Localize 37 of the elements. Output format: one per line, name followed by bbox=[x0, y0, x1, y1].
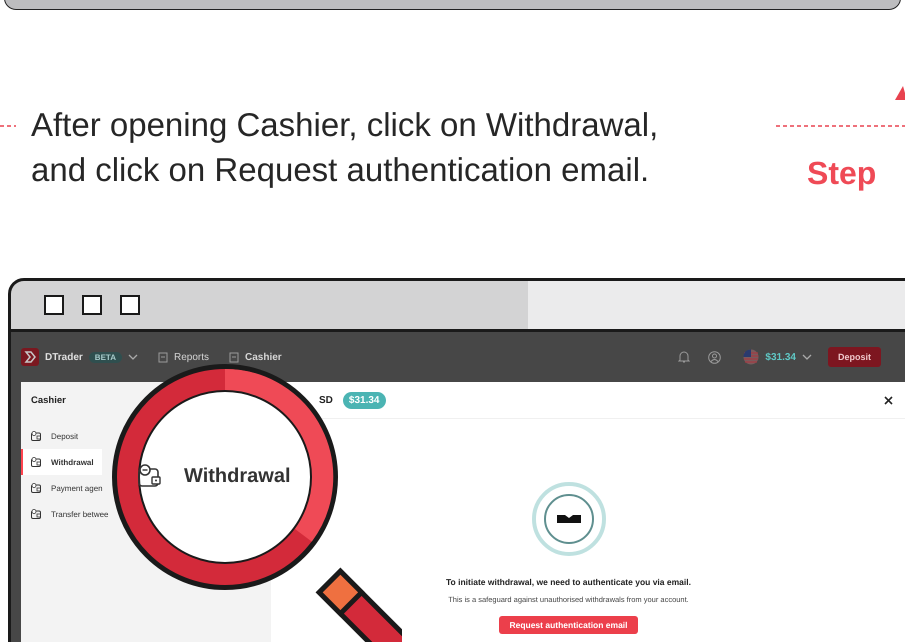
authentication-heading: To initiate withdrawal, we need to authenticate you via email. bbox=[446, 577, 691, 587]
window-square-icon bbox=[82, 295, 102, 315]
wallet-icon bbox=[31, 483, 42, 493]
sidebar-item[interactable]: Withdrawal bbox=[21, 449, 102, 475]
account-balance[interactable]: $31.34 bbox=[765, 352, 796, 362]
wallet-icon bbox=[31, 431, 42, 441]
email-verification-icon bbox=[530, 481, 606, 557]
logo-icon bbox=[21, 348, 39, 366]
bell-icon[interactable] bbox=[678, 350, 690, 364]
sidebar-item[interactable]: Payment agen bbox=[21, 475, 103, 501]
chevron-down-icon[interactable] bbox=[802, 354, 812, 360]
close-icon[interactable] bbox=[884, 396, 893, 404]
modal-title: Cashier bbox=[30, 394, 67, 408]
arrowhead-icon bbox=[895, 86, 905, 100]
user-icon[interactable] bbox=[708, 350, 722, 364]
deposit-button[interactable]: Deposit bbox=[828, 347, 881, 367]
flag-icon bbox=[743, 349, 760, 365]
wallet-icon bbox=[31, 509, 42, 519]
dashed-connector bbox=[0, 124, 16, 128]
sidebar-item[interactable]: Deposit bbox=[21, 423, 78, 449]
step-label: Step bbox=[807, 155, 876, 192]
brand-name: DTrader bbox=[45, 352, 83, 362]
sidebar-item[interactable]: Transfer betwee bbox=[21, 501, 109, 527]
balance-badge: $31.34 bbox=[342, 392, 386, 408]
document-icon bbox=[158, 352, 168, 362]
window-square-icon bbox=[120, 295, 140, 315]
wallet-icon bbox=[138, 464, 162, 488]
beta-badge: BETA bbox=[88, 352, 122, 362]
chevron-down-icon[interactable] bbox=[128, 354, 138, 360]
nav-link[interactable]: Cashier bbox=[245, 352, 282, 362]
window-square-icon bbox=[44, 295, 64, 315]
currency-label: SD bbox=[319, 394, 333, 406]
request-email-button[interactable]: Request authentication email bbox=[499, 616, 638, 634]
instruction-text: After opening Cashier, click on Withdrawal, and click on Request authentication email. bbox=[31, 105, 660, 190]
nav-link[interactable]: Reports bbox=[174, 352, 209, 362]
magnified-withdrawal-label: Withdrawal bbox=[184, 464, 290, 488]
wallet-icon bbox=[31, 457, 42, 467]
